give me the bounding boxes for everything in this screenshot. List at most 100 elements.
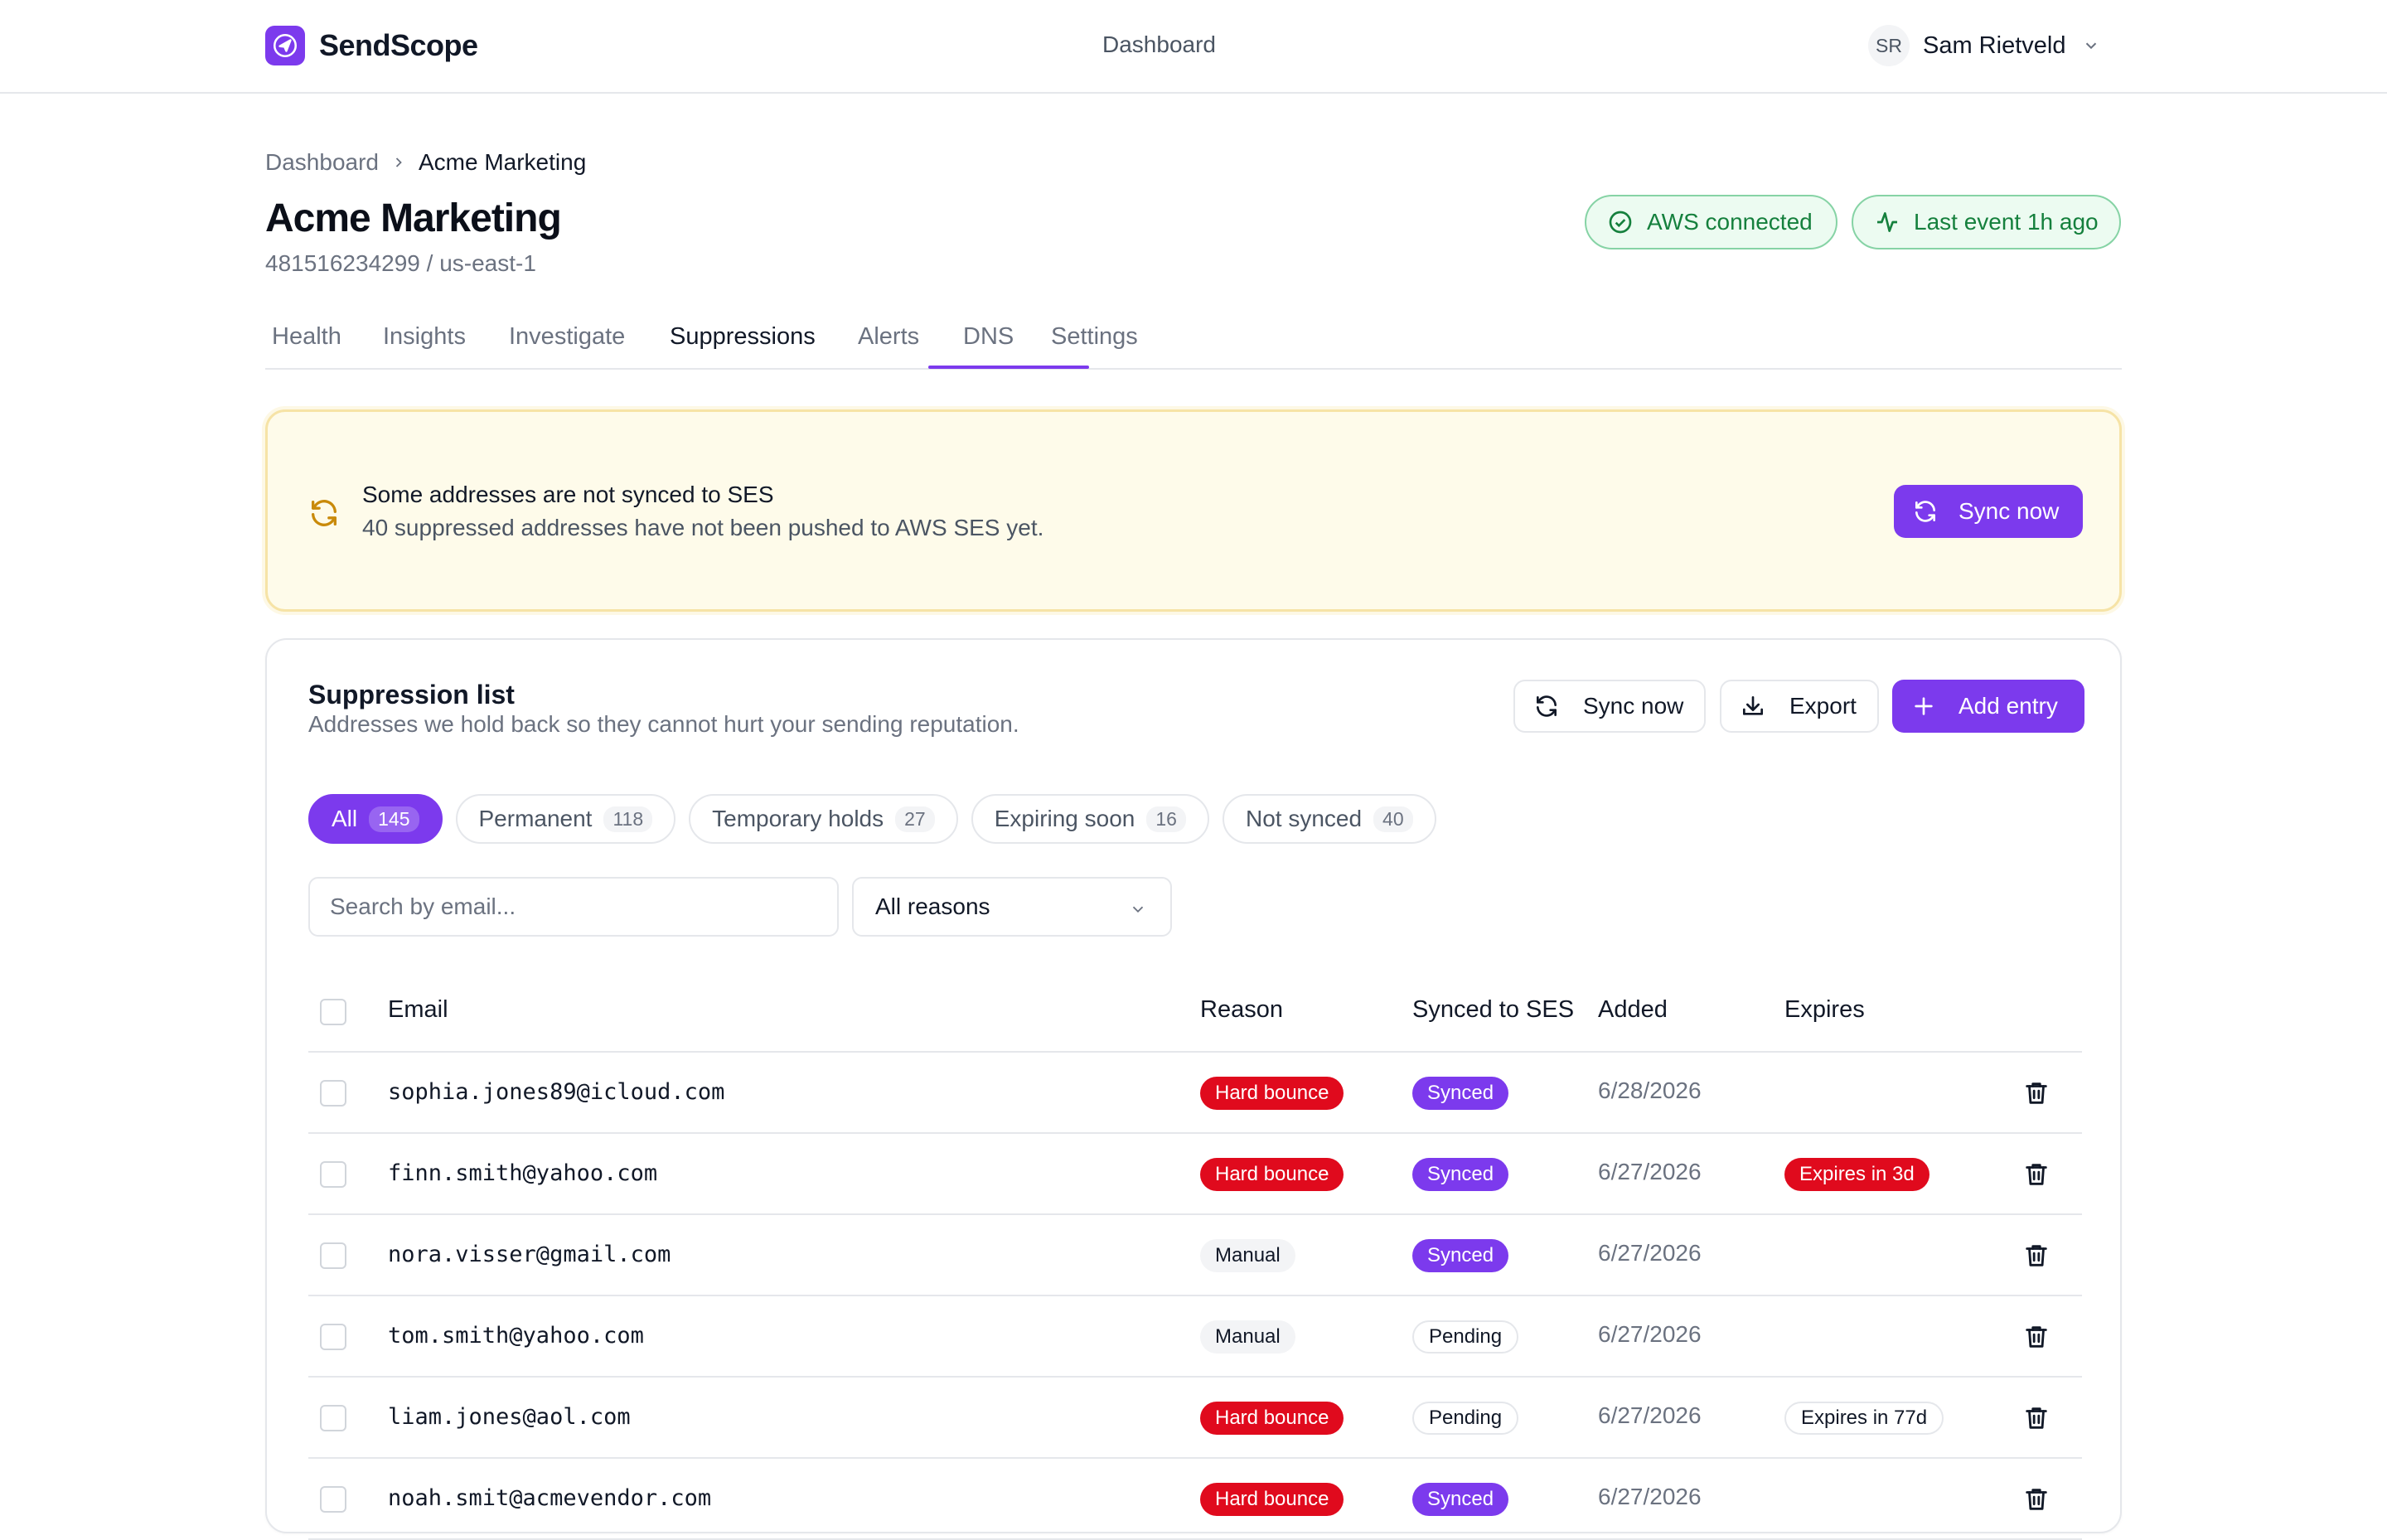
brand-name: SendScope [319,28,478,62]
filter-all[interactable]: All 145 [308,794,443,844]
row-checkbox[interactable] [320,1486,346,1513]
table-row[interactable]: finn.smith@yahoo.com Hard bounce Synced … [308,1134,2082,1215]
add-entry-label: Add entry [1959,693,2058,719]
reason-badge: Hard bounce [1200,1077,1344,1110]
breadcrumb-current: Acme Marketing [418,149,587,175]
trash-icon[interactable] [2022,1079,2050,1107]
filter-expiring-soon[interactable]: Expiring soon 16 [971,794,1209,844]
tab-bar: Health Insights Investigate Suppressions… [265,303,2122,370]
row-email: noah.smit@acmevendor.com [388,1485,712,1511]
row-added-date: 6/27/2026 [1598,1240,1702,1266]
sync-status-badge: Synced [1412,1239,1509,1272]
row-email: sophia.jones89@icloud.com [388,1079,725,1105]
card-title: Suppression list [308,680,515,709]
top-navigation-bar: SendScope Dashboard SR Sam Rietveld [0,0,2387,94]
reason-badge: Manual [1200,1239,1295,1272]
filter-count: 145 [369,806,419,832]
banner-message: 40 suppressed addresses have not been pu… [362,515,1044,540]
filter-not-synced[interactable]: Not synced 40 [1222,794,1436,844]
row-added-date: 6/27/2026 [1598,1484,1702,1509]
row-added-date: 6/27/2026 [1598,1321,1702,1347]
column-added[interactable]: Added [1598,996,1668,1024]
avatar: SR [1868,25,1910,66]
tab-health[interactable]: Health [272,323,341,351]
tab-alerts[interactable]: Alerts [858,323,919,351]
tab-settings[interactable]: Settings [1051,323,1138,351]
trash-icon[interactable] [2022,1485,2050,1513]
filter-label: Expiring soon [994,806,1135,831]
brand[interactable]: SendScope [265,26,478,65]
table-row[interactable]: sophia.jones89@icloud.com Hard bounce Sy… [308,1053,2082,1134]
row-checkbox[interactable] [320,1324,346,1350]
banner-sync-now-button[interactable]: Sync now [1894,485,2083,538]
download-icon [1743,696,1763,715]
sync-status-badge: Synced [1412,1158,1509,1191]
table-row[interactable]: nora.visser@gmail.com Manual Synced 6/27… [308,1215,2082,1296]
chevron-down-icon [1132,906,1144,913]
reason-badge: Manual [1200,1320,1295,1354]
paper-plane-icon [265,26,305,65]
aws-status-badge: AWS connected [1585,195,1837,249]
reason-select[interactable]: All reasons [852,877,1172,937]
filter-label: Permanent [478,806,593,831]
search-input[interactable] [308,877,839,937]
column-email[interactable]: Email [388,996,448,1024]
tab-dns[interactable]: DNS [963,323,1014,351]
card-subtitle: Addresses we hold back so they cannot hu… [308,711,1019,737]
sync-status-badge: Pending [1412,1320,1519,1354]
filter-temporary-holds[interactable]: Temporary holds 27 [689,794,958,844]
account-region: 481516234299 / us-east-1 [265,250,536,276]
reason-badge: Hard bounce [1200,1483,1344,1516]
row-email: liam.jones@aol.com [388,1404,631,1430]
add-entry-button[interactable]: Add entry [1892,680,2084,733]
sync-now-button[interactable]: Sync now [1513,680,1706,733]
reason-select-value: All reasons [875,893,990,919]
expires-badge: Expires in 77d [1784,1402,1944,1435]
filter-label: Not synced [1245,806,1363,831]
tab-suppressions[interactable]: Suppressions [670,323,816,351]
row-checkbox[interactable] [320,1405,346,1431]
chevron-right-icon [395,157,402,167]
refresh-icon [312,500,337,526]
table-row[interactable]: tom.smith@yahoo.com Manual Pending 6/27/… [308,1296,2082,1378]
row-email: finn.smith@yahoo.com [388,1160,658,1186]
tab-investigate[interactable]: Investigate [509,323,625,351]
filter-count: 27 [895,806,935,832]
page-title: Acme Marketing [265,196,562,240]
column-expires[interactable]: Expires [1784,996,1865,1024]
trash-icon[interactable] [2022,1404,2050,1432]
filter-count: 118 [603,806,653,832]
plus-icon [1915,697,1933,715]
export-button[interactable]: Export [1720,680,1879,733]
column-reason[interactable]: Reason [1200,996,1283,1024]
row-checkbox[interactable] [320,1161,346,1188]
row-added-date: 6/27/2026 [1598,1402,1702,1428]
trash-icon[interactable] [2022,1160,2050,1189]
chevron-down-icon [2086,42,2097,50]
suppression-list-card: Suppression list Addresses we hold back … [265,638,2122,1540]
user-menu[interactable]: SR Sam Rietveld [1868,25,2100,66]
sync-warning-banner: Some addresses are not synced to SES 40 … [265,409,2122,612]
last-event-label: Last event 1h ago [1914,209,2099,235]
last-event-badge: Last event 1h ago [1852,195,2121,249]
column-synced[interactable]: Synced to SES [1412,996,1574,1024]
refresh-icon [1537,695,1557,717]
filter-count: 40 [1373,806,1413,832]
select-all-checkbox[interactable] [320,999,346,1025]
breadcrumb-dashboard[interactable]: Dashboard [265,149,379,176]
aws-status-label: AWS connected [1647,209,1813,235]
table-row[interactable]: noah.smit@acmevendor.com Hard bounce Syn… [308,1459,2082,1540]
table-header: Email Reason Synced to SES Added Expires [308,971,2082,1053]
trash-icon[interactable] [2022,1323,2050,1351]
row-checkbox[interactable] [320,1080,346,1107]
nav-link-dashboard[interactable]: Dashboard [1102,31,1216,58]
table-row[interactable]: liam.jones@aol.com Hard bounce Pending 6… [308,1378,2082,1459]
user-name: Sam Rietveld [1923,31,2066,59]
trash-icon[interactable] [2022,1242,2050,1270]
tab-insights[interactable]: Insights [383,323,466,351]
row-checkbox[interactable] [320,1242,346,1269]
filter-permanent[interactable]: Permanent 118 [455,794,676,844]
activity-icon [1877,211,1897,232]
row-email: nora.visser@gmail.com [388,1242,671,1267]
active-tab-indicator [928,366,1089,369]
